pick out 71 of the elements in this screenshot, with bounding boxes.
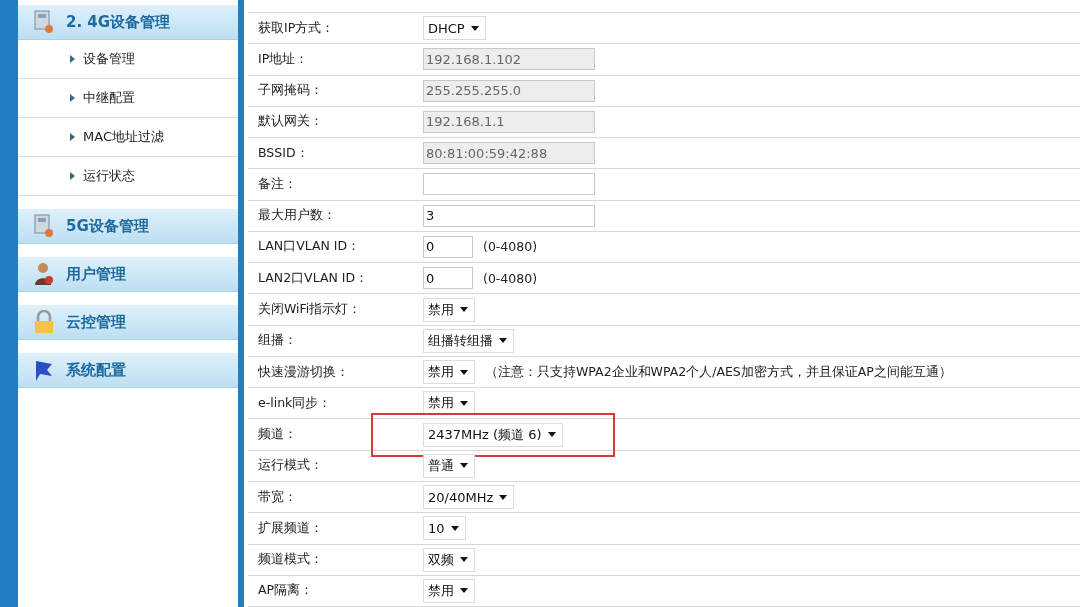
- field-label: AP隔离：: [257, 582, 315, 600]
- field-label: IP地址：: [257, 50, 310, 68]
- sidebar-item-label: MAC地址过滤: [83, 128, 164, 146]
- triangle-bullet-icon: [70, 55, 75, 63]
- caret-icon: [460, 400, 468, 406]
- input-field[interactable]: 0: [423, 267, 473, 290]
- dropdown[interactable]: 组播转组播: [423, 328, 514, 353]
- field-label: 获取IP方式：: [257, 19, 336, 37]
- caret-icon: [450, 525, 459, 531]
- field-label: BSSID：: [257, 144, 310, 162]
- sidebar-section-header[interactable]: 用户管理: [18, 257, 238, 292]
- sidebar-item-label: 运行状态: [83, 167, 135, 185]
- flag-icon: [34, 358, 54, 382]
- dropdown[interactable]: 10: [423, 516, 466, 541]
- sidebar-item-label: 设备管理: [83, 50, 135, 68]
- caret-icon: [499, 494, 508, 500]
- caret-icon: [460, 369, 468, 375]
- sidebar-section-header[interactable]: 云控管理: [18, 305, 238, 340]
- sidebar-item-label: 中继配置: [83, 89, 135, 107]
- field-label: 扩展频道：: [257, 519, 324, 537]
- section-title: 5G设备管理: [66, 216, 149, 236]
- section-title: 系统配置: [66, 360, 126, 380]
- sidebar-section-header[interactable]: 系统配置: [18, 353, 238, 388]
- caret-icon: [460, 307, 468, 312]
- section-title: 2. 4G设备管理: [66, 12, 171, 32]
- caret-icon: [499, 338, 507, 344]
- field-label: 最大用户数：: [257, 207, 337, 225]
- dropdown[interactable]: 禁用: [423, 578, 475, 603]
- field-label: LAN2口VLAN ID：: [257, 269, 370, 287]
- field-label: LAN口VLAN ID：: [257, 238, 362, 256]
- person-icon: [34, 262, 54, 286]
- caret-icon: [547, 432, 556, 438]
- device-user-icon: [34, 214, 54, 238]
- sidebar-section-header[interactable]: 2. 4G设备管理: [18, 5, 238, 40]
- dropdown[interactable]: 禁用: [423, 360, 475, 385]
- field-label: 频道模式：: [257, 551, 324, 569]
- triangle-bullet-icon: [70, 172, 75, 180]
- dropdown[interactable]: 20/40MHz: [423, 485, 515, 510]
- field-label: 组播：: [257, 332, 298, 350]
- input-field[interactable]: 3: [423, 204, 595, 227]
- dropdown[interactable]: 双频: [423, 547, 475, 572]
- hint-text: (0-4080): [483, 239, 538, 255]
- hint-text: (0-4080): [483, 270, 538, 286]
- field-label: 子网掩码：: [257, 82, 324, 100]
- field-label: 运行模式：: [257, 457, 324, 475]
- field-label: 带宽：: [257, 488, 298, 506]
- dropdown[interactable]: 2437MHz (频道 6): [423, 422, 563, 447]
- caret-icon: [460, 463, 468, 469]
- caret-icon: [460, 557, 468, 563]
- input-field[interactable]: [423, 173, 595, 196]
- field-label: e-link同步：: [257, 394, 333, 412]
- section-title: 云控管理: [66, 312, 126, 332]
- hint-text: （注意：只支持WPA2企业和WPA2个人/AES加密方式，并且保证AP之间能互通）: [485, 363, 952, 381]
- dropdown[interactable]: 禁用: [423, 391, 475, 416]
- input-field[interactable]: 0: [423, 235, 473, 258]
- field-label: 频道：: [257, 426, 298, 444]
- triangle-bullet-icon: [70, 94, 75, 102]
- field-label: 关闭WiFi指示灯：: [257, 301, 363, 318]
- sidebar-section-header[interactable]: 5G设备管理: [18, 209, 238, 244]
- field-label: 默认网关：: [257, 113, 324, 131]
- lock-icon: [34, 310, 54, 334]
- device-user-icon: [34, 10, 54, 34]
- section-title: 用户管理: [66, 264, 126, 284]
- triangle-bullet-icon: [70, 133, 75, 141]
- field-label: 备注：: [257, 175, 298, 193]
- dropdown[interactable]: DHCP: [423, 16, 486, 41]
- dropdown[interactable]: 禁用: [423, 297, 475, 322]
- dropdown[interactable]: 普通: [423, 453, 475, 478]
- caret-icon: [470, 25, 479, 31]
- caret-icon: [460, 588, 468, 594]
- field-label: 快速漫游切换：: [257, 363, 350, 381]
